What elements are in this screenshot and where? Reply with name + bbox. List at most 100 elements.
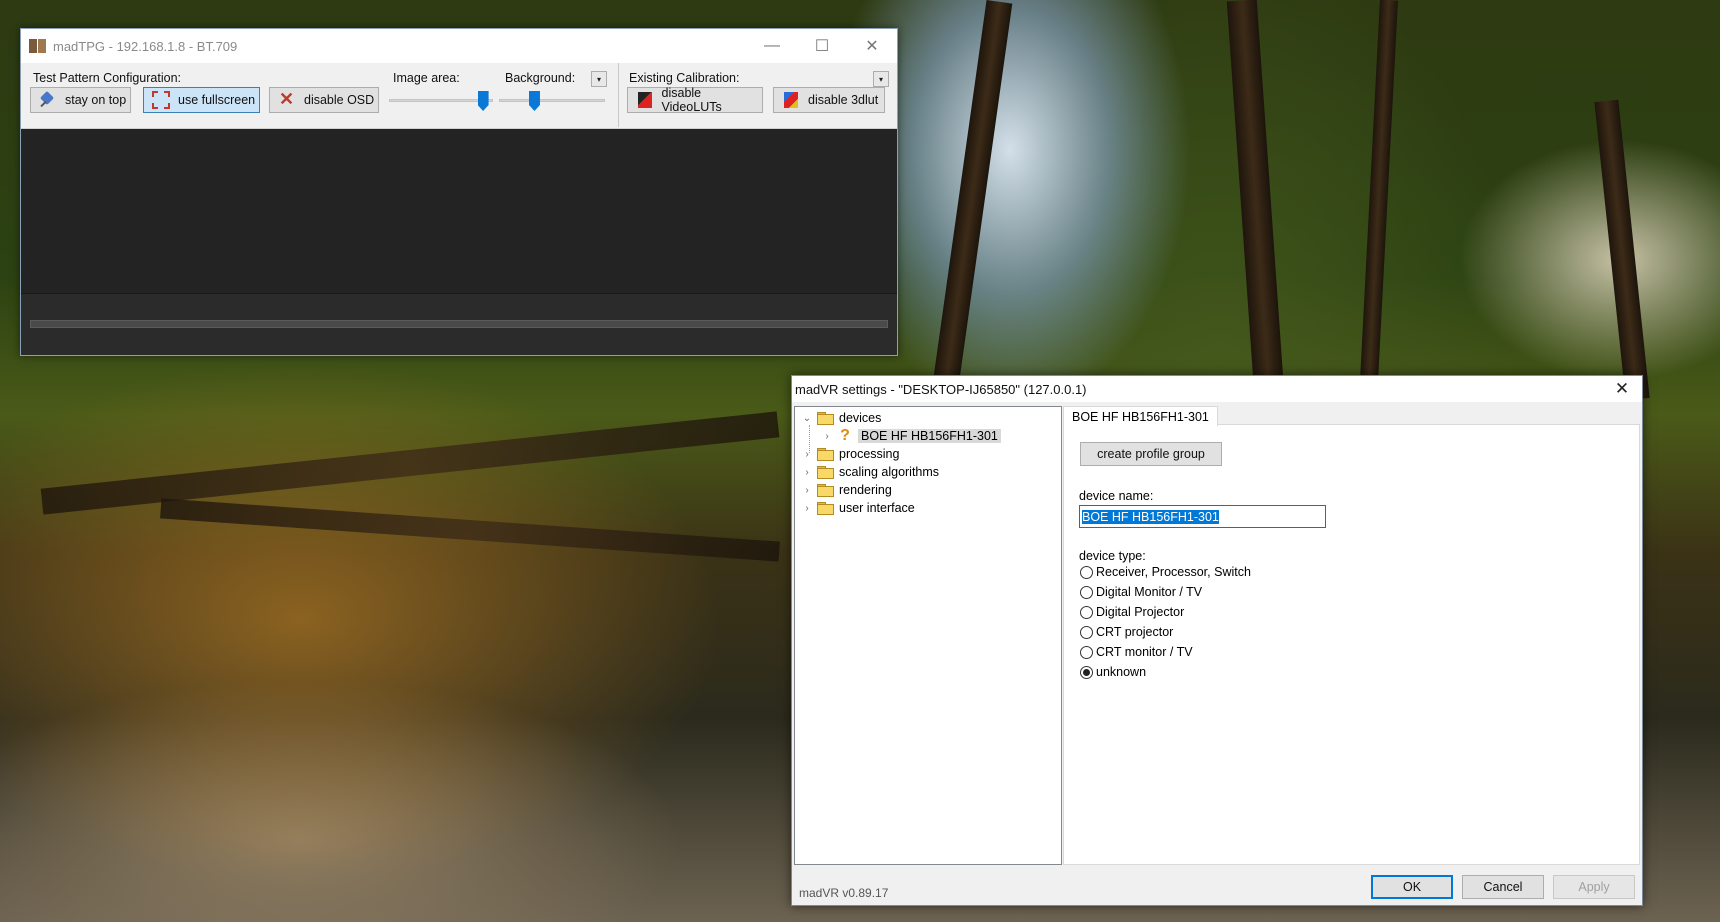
radio-label: unknown: [1096, 665, 1147, 679]
use-fullscreen-label: use fullscreen: [178, 93, 256, 107]
toolbar-separator: [618, 63, 619, 127]
chevron-right-icon[interactable]: ›: [801, 466, 813, 478]
folder-icon: [817, 501, 834, 515]
chevron-right-icon[interactable]: ›: [801, 484, 813, 496]
device-name-label: device name:: [1079, 489, 1154, 503]
chevron-down-icon[interactable]: ⌄: [801, 412, 813, 424]
device-type-label: device type:: [1079, 549, 1146, 563]
settings-tree: ⌄ devices › ? BOE HF HB156FH1-301 › proc…: [794, 406, 1062, 865]
use-fullscreen-button[interactable]: use fullscreen: [143, 87, 260, 113]
tree-item-rendering[interactable]: › rendering: [801, 481, 892, 499]
fallen-log: [40, 411, 780, 515]
radio-button[interactable]: [1080, 565, 1093, 579]
maximize-button[interactable]: ☐: [797, 29, 847, 63]
tree-item-processing[interactable]: › processing: [801, 445, 899, 463]
folder-icon: [817, 465, 834, 479]
ok-button[interactable]: OK: [1371, 875, 1453, 899]
tree-trunk: [1226, 0, 1284, 381]
madtpg-title: madTPG - 192.168.1.8 - BT.709: [53, 38, 238, 54]
radio-unknown[interactable]: unknown: [1080, 663, 1146, 681]
radio-digital-monitor-tv[interactable]: Digital Monitor / TV: [1080, 583, 1202, 601]
apply-button[interactable]: Apply: [1553, 875, 1635, 899]
madtpg-titlebar[interactable]: madTPG - 192.168.1.8 - BT.709 — ☐ ✕: [21, 29, 897, 63]
calibration-dropdown-button[interactable]: ▾: [873, 71, 889, 87]
settings-titlebar[interactable]: madVR settings - "DESKTOP-IJ65850" (127.…: [792, 376, 1642, 402]
create-profile-group-button[interactable]: create profile group: [1080, 442, 1222, 466]
existing-calibration-label: Existing Calibration:: [629, 71, 740, 85]
device-name-input[interactable]: BOE HF HB156FH1-301: [1079, 505, 1326, 528]
disable-osd-label: disable OSD: [304, 93, 375, 107]
minimize-button[interactable]: —: [747, 29, 797, 63]
tree-item-label: BOE HF HB156FH1-301: [858, 429, 1001, 443]
image-area-slider-track[interactable]: [389, 99, 493, 102]
tree-item-label: rendering: [839, 483, 892, 497]
image-area-slider-thumb[interactable]: [477, 91, 489, 111]
videolut-icon: [636, 91, 654, 109]
tree-item-devices[interactable]: ⌄ devices: [801, 409, 882, 427]
background-dropdown-button[interactable]: ▾: [591, 71, 607, 87]
radio-button[interactable]: [1080, 645, 1093, 659]
madtpg-toolbar: Test Pattern Configuration: stay on top …: [21, 63, 897, 129]
disable-osd-icon: [278, 89, 296, 110]
madvr-settings-window: madVR settings - "DESKTOP-IJ65850" (127.…: [791, 375, 1643, 906]
radio-button[interactable]: [1080, 605, 1093, 619]
version-label: madVR v0.89.17: [799, 886, 889, 900]
question-mark-icon: ?: [840, 427, 850, 444]
background-label: Background:: [505, 71, 576, 85]
radio-button-checked[interactable]: [1080, 665, 1093, 679]
tree-item-boe-device[interactable]: › ? BOE HF HB156FH1-301: [821, 427, 1001, 445]
radio-digital-projector[interactable]: Digital Projector: [1080, 603, 1184, 621]
chevron-right-icon[interactable]: ›: [801, 448, 813, 460]
test-pattern-config-label: Test Pattern Configuration:: [33, 71, 181, 85]
tree-item-label: devices: [839, 411, 882, 425]
image-area-label: Image area:: [393, 71, 460, 85]
disable-videoluts-button[interactable]: disable VideoLUTs: [627, 86, 763, 114]
progress-bar: [30, 320, 888, 328]
window-controls: — ☐ ✕: [747, 29, 897, 63]
3dlut-icon: [782, 91, 800, 109]
disable-videoluts-label: disable VideoLUTs: [661, 86, 722, 114]
status-strip: [21, 293, 897, 355]
cancel-button[interactable]: Cancel: [1462, 875, 1544, 899]
disable-3dlut-button[interactable]: disable 3dlut: [773, 87, 885, 113]
folder-icon: [817, 411, 834, 425]
background-slider-thumb[interactable]: [528, 91, 540, 111]
radio-receiver-processor-switch[interactable]: Receiver, Processor, Switch: [1080, 563, 1251, 581]
tree-trunk: [1594, 99, 1650, 401]
stay-on-top-label: stay on top: [65, 93, 127, 107]
radio-label: Digital Projector: [1096, 605, 1185, 619]
tree-trunk: [933, 0, 1013, 380]
tab-device[interactable]: BOE HF HB156FH1-301: [1063, 406, 1218, 426]
radio-label: Receiver, Processor, Switch: [1096, 565, 1251, 579]
tree-item-label: user interface: [839, 501, 915, 515]
radio-label: CRT projector: [1096, 625, 1174, 639]
tree-item-label: scaling algorithms: [839, 465, 940, 479]
radio-crt-projector[interactable]: CRT projector: [1080, 623, 1173, 641]
tree-item-scaling-algorithms[interactable]: › scaling algorithms: [801, 463, 939, 481]
radio-button[interactable]: [1080, 625, 1093, 639]
chevron-right-icon[interactable]: ›: [801, 502, 813, 514]
settings-close-button[interactable]: ✕: [1610, 378, 1634, 400]
test-pattern-area: [21, 129, 897, 355]
folder-icon: [817, 483, 834, 497]
device-name-value: BOE HF HB156FH1-301: [1082, 509, 1219, 524]
device-settings-panel: create profile group device name: BOE HF…: [1063, 424, 1640, 865]
radio-label: Digital Monitor / TV: [1096, 585, 1203, 599]
radio-button[interactable]: [1080, 585, 1093, 599]
disable-3dlut-label: disable 3dlut: [808, 93, 879, 107]
background-slider-track[interactable]: [499, 99, 605, 102]
disable-osd-button[interactable]: disable OSD: [269, 87, 379, 113]
tree-item-label: processing: [839, 447, 900, 461]
settings-title: madVR settings - "DESKTOP-IJ65850" (127.…: [795, 381, 1087, 397]
fallen-log: [160, 498, 780, 562]
madtpg-window: madTPG - 192.168.1.8 - BT.709 — ☐ ✕ Test…: [20, 28, 898, 356]
stay-on-top-button[interactable]: stay on top: [30, 87, 131, 113]
tree-trunk: [1360, 0, 1398, 381]
fullscreen-icon: [152, 91, 170, 109]
radio-label: CRT monitor / TV: [1096, 645, 1193, 659]
radio-crt-monitor-tv[interactable]: CRT monitor / TV: [1080, 643, 1193, 661]
folder-icon: [817, 447, 834, 461]
close-button[interactable]: ✕: [847, 29, 897, 63]
tree-item-user-interface[interactable]: › user interface: [801, 499, 915, 517]
chevron-right-icon[interactable]: ›: [821, 430, 833, 442]
